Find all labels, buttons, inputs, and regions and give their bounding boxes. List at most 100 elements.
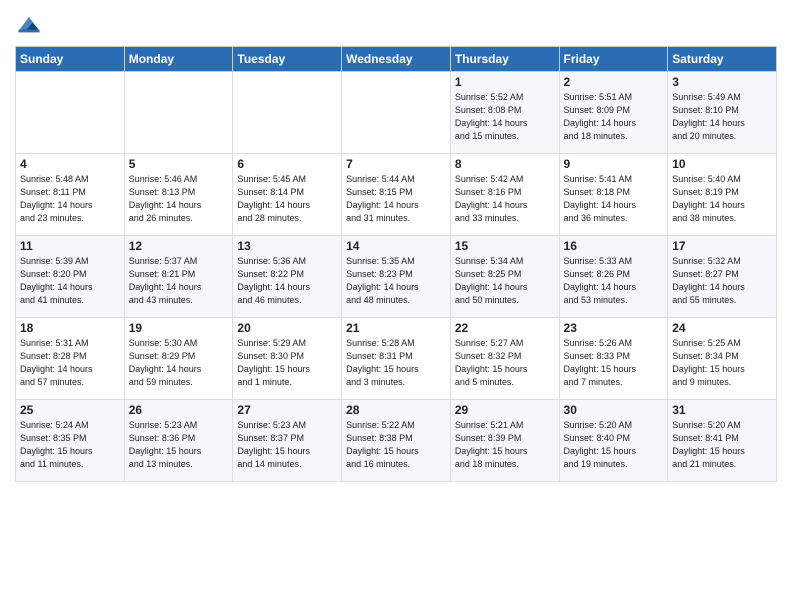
weekday-header: Friday bbox=[559, 47, 668, 72]
day-number: 14 bbox=[346, 239, 446, 253]
cell-info: Sunrise: 5:48 AM Sunset: 8:11 PM Dayligh… bbox=[20, 173, 120, 225]
logo bbox=[15, 10, 47, 38]
day-number: 16 bbox=[564, 239, 664, 253]
cell-info: Sunrise: 5:23 AM Sunset: 8:37 PM Dayligh… bbox=[237, 419, 337, 471]
calendar-week-row: 1 Sunrise: 5:52 AM Sunset: 8:08 PM Daylig… bbox=[16, 72, 777, 154]
day-number: 15 bbox=[455, 239, 555, 253]
calendar-cell bbox=[16, 72, 125, 154]
calendar-cell: 5 Sunrise: 5:46 AM Sunset: 8:13 PM Daylig… bbox=[124, 154, 233, 236]
cell-info: Sunrise: 5:21 AM Sunset: 8:39 PM Dayligh… bbox=[455, 419, 555, 471]
day-number: 26 bbox=[129, 403, 229, 417]
calendar-cell: 15 Sunrise: 5:34 AM Sunset: 8:25 PM Dayli… bbox=[450, 236, 559, 318]
cell-info: Sunrise: 5:44 AM Sunset: 8:15 PM Dayligh… bbox=[346, 173, 446, 225]
calendar-cell: 30Sunrise: 5:20 AM Sunset: 8:40 PM Dayli… bbox=[559, 400, 668, 482]
calendar-cell: 3 Sunrise: 5:49 AM Sunset: 8:10 PM Daylig… bbox=[668, 72, 777, 154]
calendar-cell: 28 Sunrise: 5:22 AM Sunset: 8:38 PM Dayli… bbox=[342, 400, 451, 482]
weekday-header-row: SundayMondayTuesdayWednesdayThursdayFrid… bbox=[16, 47, 777, 72]
day-number: 28 bbox=[346, 403, 446, 417]
calendar-cell: 13 Sunrise: 5:36 AM Sunset: 8:22 PM Dayli… bbox=[233, 236, 342, 318]
calendar-cell: 20 Sunrise: 5:29 AM Sunset: 8:30 PM Dayli… bbox=[233, 318, 342, 400]
cell-info: Sunrise: 5:25 AM Sunset: 8:34 PM Dayligh… bbox=[672, 337, 772, 389]
cell-info: Sunrise: 5:39 AM Sunset: 8:20 PM Dayligh… bbox=[20, 255, 120, 307]
day-number: 29 bbox=[455, 403, 555, 417]
day-number: 19 bbox=[129, 321, 229, 335]
day-number: 1 bbox=[455, 75, 555, 89]
calendar-cell: 26 Sunrise: 5:23 AM Sunset: 8:36 PM Dayli… bbox=[124, 400, 233, 482]
weekday-header: Monday bbox=[124, 47, 233, 72]
cell-info: Sunrise: 5:20 AM Sunset: 8:41 PM Dayligh… bbox=[672, 419, 772, 471]
day-number: 22 bbox=[455, 321, 555, 335]
calendar-cell: 27Sunrise: 5:23 AM Sunset: 8:37 PM Dayli… bbox=[233, 400, 342, 482]
cell-info: Sunrise: 5:46 AM Sunset: 8:13 PM Dayligh… bbox=[129, 173, 229, 225]
day-number: 18 bbox=[20, 321, 120, 335]
day-number: 31 bbox=[672, 403, 772, 417]
header bbox=[15, 10, 777, 38]
cell-info: Sunrise: 5:34 AM Sunset: 8:25 PM Dayligh… bbox=[455, 255, 555, 307]
cell-info: Sunrise: 5:45 AM Sunset: 8:14 PM Dayligh… bbox=[237, 173, 337, 225]
calendar-week-row: 18Sunrise: 5:31 AM Sunset: 8:28 PM Dayli… bbox=[16, 318, 777, 400]
day-number: 25 bbox=[20, 403, 120, 417]
calendar-cell: 19 Sunrise: 5:30 AM Sunset: 8:29 PM Dayli… bbox=[124, 318, 233, 400]
day-number: 4 bbox=[20, 157, 120, 171]
cell-info: Sunrise: 5:49 AM Sunset: 8:10 PM Dayligh… bbox=[672, 91, 772, 143]
cell-info: Sunrise: 5:29 AM Sunset: 8:30 PM Dayligh… bbox=[237, 337, 337, 389]
cell-info: Sunrise: 5:51 AM Sunset: 8:09 PM Dayligh… bbox=[564, 91, 664, 143]
logo-icon bbox=[15, 10, 43, 38]
calendar-week-row: 25 Sunrise: 5:24 AM Sunset: 8:35 PM Dayli… bbox=[16, 400, 777, 482]
cell-info: Sunrise: 5:30 AM Sunset: 8:29 PM Dayligh… bbox=[129, 337, 229, 389]
cell-info: Sunrise: 5:23 AM Sunset: 8:36 PM Dayligh… bbox=[129, 419, 229, 471]
weekday-header: Sunday bbox=[16, 47, 125, 72]
calendar-cell bbox=[342, 72, 451, 154]
page: SundayMondayTuesdayWednesdayThursdayFrid… bbox=[0, 0, 792, 496]
day-number: 17 bbox=[672, 239, 772, 253]
calendar: SundayMondayTuesdayWednesdayThursdayFrid… bbox=[15, 46, 777, 482]
cell-info: Sunrise: 5:40 AM Sunset: 8:19 PM Dayligh… bbox=[672, 173, 772, 225]
cell-info: Sunrise: 5:36 AM Sunset: 8:22 PM Dayligh… bbox=[237, 255, 337, 307]
cell-info: Sunrise: 5:32 AM Sunset: 8:27 PM Dayligh… bbox=[672, 255, 772, 307]
day-number: 2 bbox=[564, 75, 664, 89]
day-number: 13 bbox=[237, 239, 337, 253]
cell-info: Sunrise: 5:42 AM Sunset: 8:16 PM Dayligh… bbox=[455, 173, 555, 225]
calendar-cell: 7 Sunrise: 5:44 AM Sunset: 8:15 PM Daylig… bbox=[342, 154, 451, 236]
day-number: 20 bbox=[237, 321, 337, 335]
calendar-cell: 16 Sunrise: 5:33 AM Sunset: 8:26 PM Dayli… bbox=[559, 236, 668, 318]
day-number: 23 bbox=[564, 321, 664, 335]
cell-info: Sunrise: 5:27 AM Sunset: 8:32 PM Dayligh… bbox=[455, 337, 555, 389]
cell-info: Sunrise: 5:33 AM Sunset: 8:26 PM Dayligh… bbox=[564, 255, 664, 307]
day-number: 5 bbox=[129, 157, 229, 171]
calendar-cell: 12 Sunrise: 5:37 AM Sunset: 8:21 PM Dayli… bbox=[124, 236, 233, 318]
day-number: 12 bbox=[129, 239, 229, 253]
cell-info: Sunrise: 5:24 AM Sunset: 8:35 PM Dayligh… bbox=[20, 419, 120, 471]
day-number: 24 bbox=[672, 321, 772, 335]
calendar-week-row: 4 Sunrise: 5:48 AM Sunset: 8:11 PM Daylig… bbox=[16, 154, 777, 236]
calendar-cell: 14 Sunrise: 5:35 AM Sunset: 8:23 PM Dayli… bbox=[342, 236, 451, 318]
calendar-week-row: 11Sunrise: 5:39 AM Sunset: 8:20 PM Dayli… bbox=[16, 236, 777, 318]
weekday-header: Saturday bbox=[668, 47, 777, 72]
weekday-header: Tuesday bbox=[233, 47, 342, 72]
calendar-cell: 6 Sunrise: 5:45 AM Sunset: 8:14 PM Daylig… bbox=[233, 154, 342, 236]
cell-info: Sunrise: 5:52 AM Sunset: 8:08 PM Dayligh… bbox=[455, 91, 555, 143]
weekday-header: Thursday bbox=[450, 47, 559, 72]
cell-info: Sunrise: 5:35 AM Sunset: 8:23 PM Dayligh… bbox=[346, 255, 446, 307]
day-number: 7 bbox=[346, 157, 446, 171]
calendar-cell: 21Sunrise: 5:28 AM Sunset: 8:31 PM Dayli… bbox=[342, 318, 451, 400]
calendar-cell: 1 Sunrise: 5:52 AM Sunset: 8:08 PM Daylig… bbox=[450, 72, 559, 154]
day-number: 30 bbox=[564, 403, 664, 417]
day-number: 6 bbox=[237, 157, 337, 171]
calendar-cell: 29 Sunrise: 5:21 AM Sunset: 8:39 PM Dayli… bbox=[450, 400, 559, 482]
day-number: 3 bbox=[672, 75, 772, 89]
cell-info: Sunrise: 5:37 AM Sunset: 8:21 PM Dayligh… bbox=[129, 255, 229, 307]
calendar-cell: 2 Sunrise: 5:51 AM Sunset: 8:09 PM Daylig… bbox=[559, 72, 668, 154]
calendar-cell: 9Sunrise: 5:41 AM Sunset: 8:18 PM Daylig… bbox=[559, 154, 668, 236]
day-number: 8 bbox=[455, 157, 555, 171]
cell-info: Sunrise: 5:41 AM Sunset: 8:18 PM Dayligh… bbox=[564, 173, 664, 225]
calendar-cell: 31 Sunrise: 5:20 AM Sunset: 8:41 PM Dayli… bbox=[668, 400, 777, 482]
calendar-cell: 22 Sunrise: 5:27 AM Sunset: 8:32 PM Dayli… bbox=[450, 318, 559, 400]
day-number: 10 bbox=[672, 157, 772, 171]
calendar-cell: 17 Sunrise: 5:32 AM Sunset: 8:27 PM Dayli… bbox=[668, 236, 777, 318]
cell-info: Sunrise: 5:22 AM Sunset: 8:38 PM Dayligh… bbox=[346, 419, 446, 471]
cell-info: Sunrise: 5:28 AM Sunset: 8:31 PM Dayligh… bbox=[346, 337, 446, 389]
calendar-cell bbox=[233, 72, 342, 154]
calendar-cell: 8 Sunrise: 5:42 AM Sunset: 8:16 PM Daylig… bbox=[450, 154, 559, 236]
calendar-cell: 10 Sunrise: 5:40 AM Sunset: 8:19 PM Dayli… bbox=[668, 154, 777, 236]
